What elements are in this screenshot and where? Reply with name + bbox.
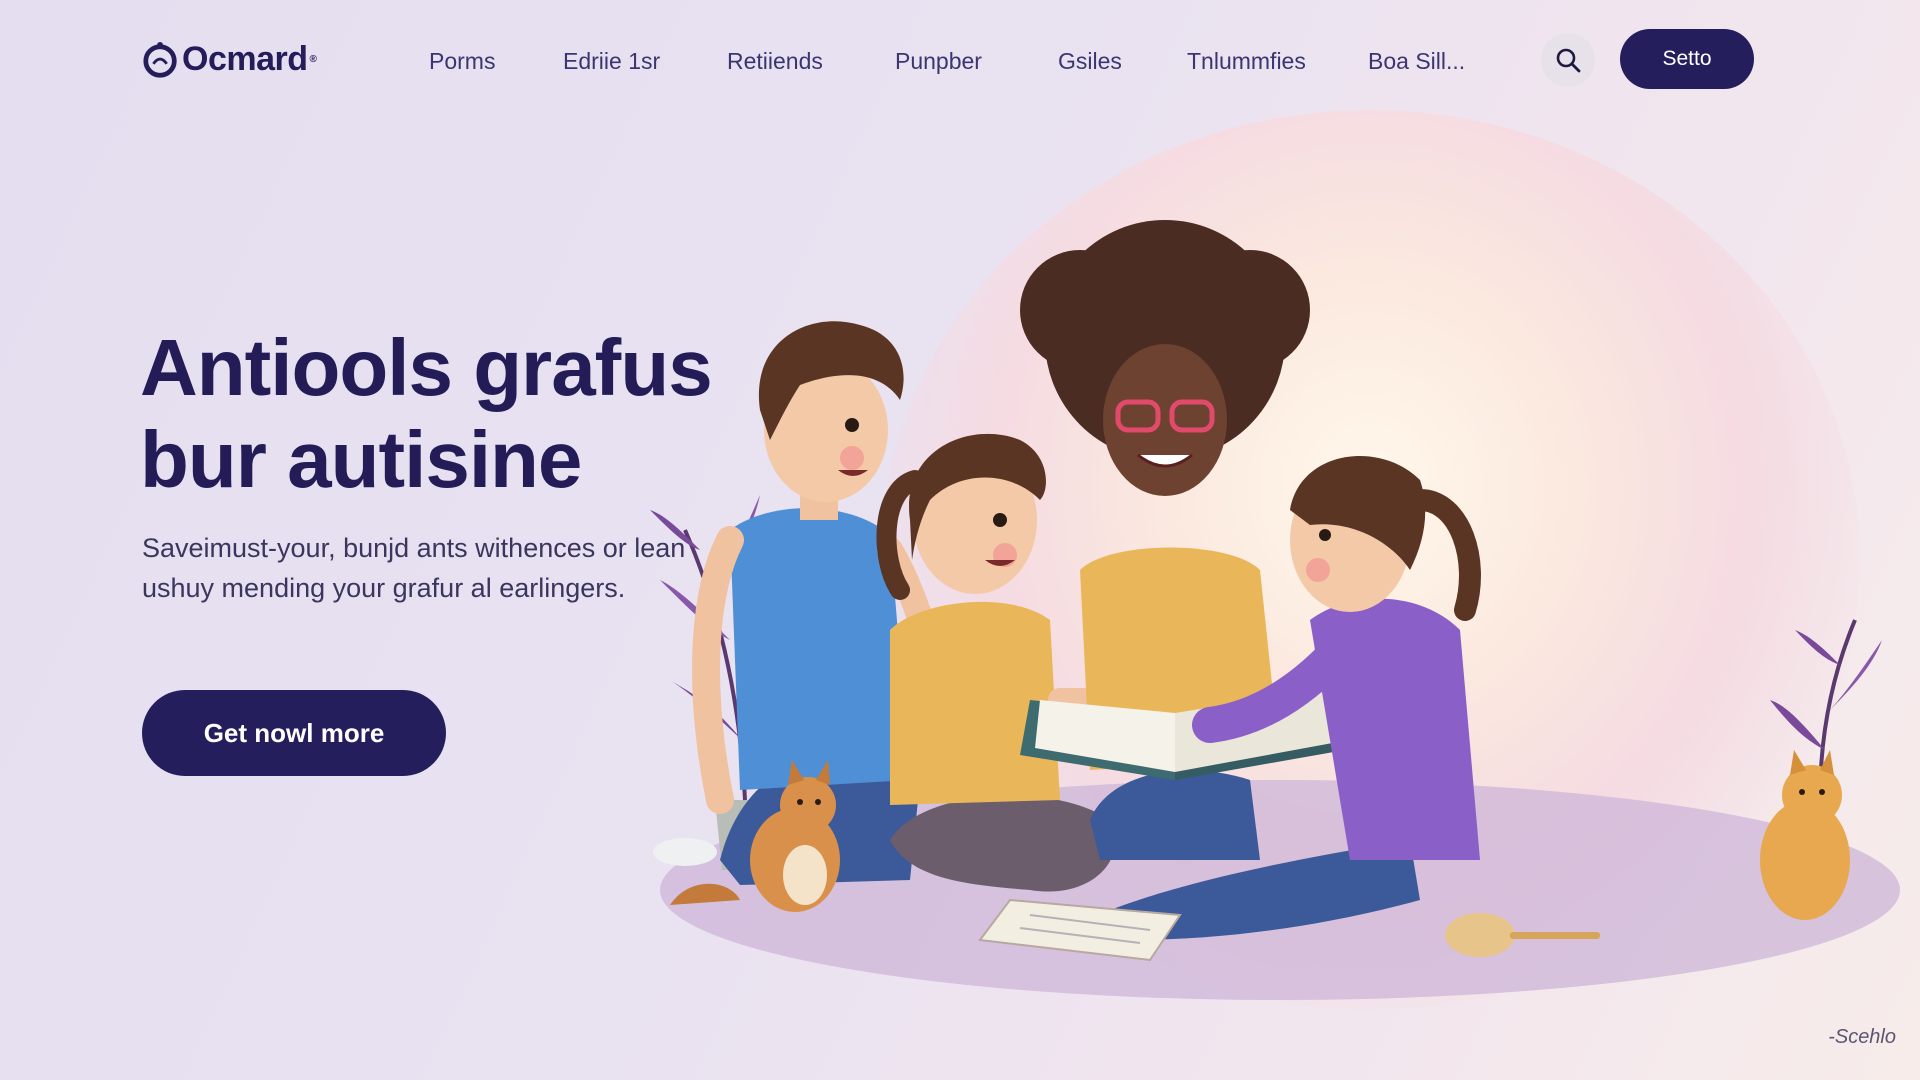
search-icon <box>1556 48 1581 73</box>
nav-item-2[interactable]: Edriie 1sr <box>563 48 660 75</box>
brand-logo-mark-icon <box>143 41 177 78</box>
search-button[interactable] <box>1541 33 1595 87</box>
brand-name: Ocmard <box>182 40 308 78</box>
nav-item-7[interactable]: Boa Sill... <box>1368 48 1465 75</box>
nav-item-3[interactable]: Retiiends <box>727 48 823 75</box>
orange-cat-right <box>1760 750 1850 920</box>
top-navigation-bar: Ocmard ® Porms Edriie 1sr Retiiends Punp… <box>0 0 1920 120</box>
nav-item-4[interactable]: Punpber <box>895 48 982 75</box>
hero-illustration <box>650 220 1900 1000</box>
nav-item-6[interactable]: Tnlummfies <box>1187 48 1306 75</box>
artist-signature: -Scehlo <box>1828 1026 1896 1048</box>
header-cta-button[interactable]: Setto <box>1620 29 1754 89</box>
nav-item-5[interactable]: Gsiles <box>1058 48 1122 75</box>
brand-trademark: ® <box>309 54 317 65</box>
hero-get-more-button[interactable]: Get nowl more <box>142 690 446 776</box>
brand-logo[interactable]: Ocmard ® <box>142 40 317 79</box>
nav-item-1[interactable]: Porms <box>429 48 495 75</box>
